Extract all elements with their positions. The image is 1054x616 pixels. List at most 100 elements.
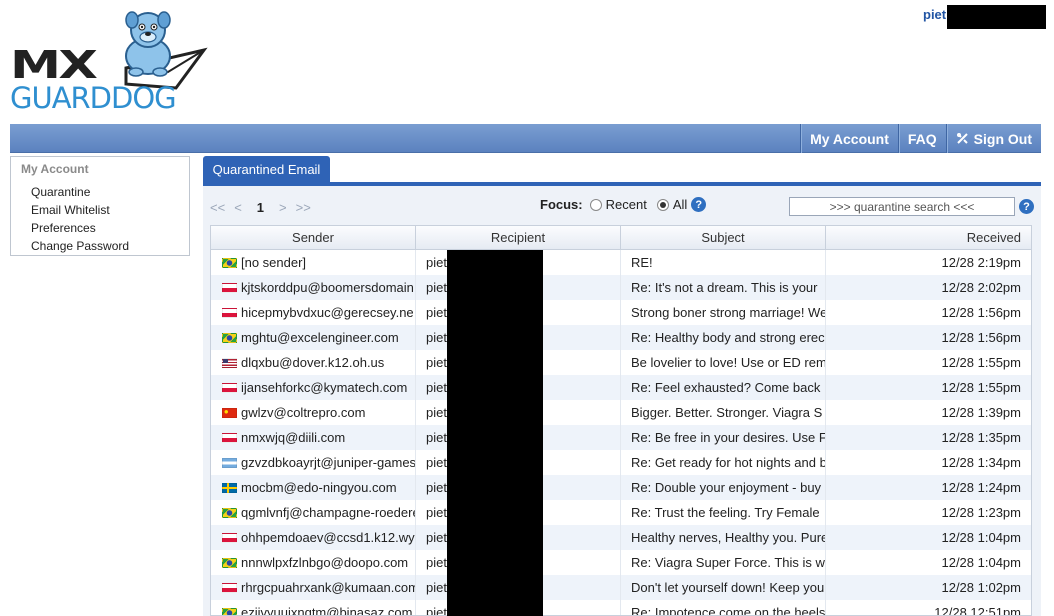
table-row[interactable]: kjtskorddpu@boomersdomain. piet Re: It's n…: [211, 275, 1031, 300]
country-flag-icon: [222, 432, 237, 443]
subject-cell: Re: Be free in your desires. Use F: [621, 425, 826, 450]
sender-cell: mghtu@excelengineer.com: [211, 325, 416, 350]
sender-cell: mocbm@edo-ningyou.com: [211, 475, 416, 500]
next-page-button[interactable]: >: [279, 200, 287, 215]
sign-out-link[interactable]: Sign Out: [945, 124, 1041, 153]
table-row[interactable]: nnnwlpxfzlnbgo@doopo.com piet Re: Viagra S…: [211, 550, 1031, 575]
subject-cell: Healthy nerves, Healthy you. Pure: [621, 525, 826, 550]
sender-text: kjtskorddpu@boomersdomain.: [241, 280, 416, 295]
sidebar-heading: My Account: [21, 162, 89, 176]
country-flag-icon: [222, 607, 237, 615]
subject-cell: Don't let yourself down! Keep you: [621, 575, 826, 600]
brand-logo: MX GUARDDOG: [8, 6, 208, 115]
column-subject[interactable]: Subject: [621, 226, 826, 249]
faq-label: FAQ: [907, 130, 937, 147]
subject-cell: Bigger. Better. Stronger. Viagra S: [621, 400, 826, 425]
sender-text: dlqxbu@dover.k12.oh.us: [241, 355, 385, 370]
user-name[interactable]: piet: [923, 7, 946, 22]
table-row[interactable]: ezijvyuujxnqtm@binasaz.com piet Re: Impote…: [211, 600, 1031, 616]
sender-text: gzvzdbkoayrjt@juniper-games: [241, 455, 416, 470]
table-row[interactable]: [no sender] piet RE! 12/28 2:19pm: [211, 250, 1031, 275]
table-row[interactable]: mghtu@excelengineer.com piet Re: Healthy b…: [211, 325, 1031, 350]
sender-cell: qgmlvnfj@champagne-roedere: [211, 500, 416, 525]
sender-text: qgmlvnfj@champagne-roedere: [241, 505, 416, 520]
column-received[interactable]: Received: [826, 226, 1031, 249]
quarantine-search-input[interactable]: [789, 197, 1015, 216]
subject-cell: Re: Viagra Super Force. This is w: [621, 550, 826, 575]
subject-cell: Re: Feel exhausted? Come back: [621, 375, 826, 400]
country-flag-icon: [222, 457, 237, 468]
received-cell: 12/28 1:56pm: [941, 305, 1021, 320]
table-row[interactable]: ohhpemdoaev@ccsd1.k12.wy piet Healthy nerv…: [211, 525, 1031, 550]
table-row[interactable]: rhrgcpuahrxank@kumaan.com piet Don't let y…: [211, 575, 1031, 600]
subject-cell: Be lovelier to love! Use or ED rem: [621, 350, 826, 375]
sign-out-icon: [956, 133, 968, 144]
sidebar-item-email-whitelist[interactable]: Email Whitelist: [31, 201, 129, 219]
quarantine-table: Sender Recipient Subject Received [no se…: [210, 225, 1032, 616]
sender-cell: nmxwjq@diili.com: [211, 425, 416, 450]
received-cell: 12/28 12:51pm: [934, 605, 1021, 616]
sender-text: ohhpemdoaev@ccsd1.k12.wy: [241, 530, 415, 545]
brand-logo-text-bottom: GUARDDOG: [10, 81, 177, 115]
country-flag-icon: [222, 382, 237, 393]
received-cell: 12/28 1:55pm: [941, 380, 1021, 395]
sidebar-item-preferences[interactable]: Preferences: [31, 219, 129, 237]
sender-text: [no sender]: [241, 255, 307, 270]
sender-cell: ezijvyuujxnqtm@binasaz.com: [211, 600, 416, 616]
prev-page-button[interactable]: <: [234, 200, 242, 215]
subject-cell: Re: It's not a dream. This is your: [621, 275, 826, 300]
focus-recent-radio[interactable]: [589, 198, 602, 211]
table-row[interactable]: gzvzdbkoayrjt@juniper-games piet Re: Get r…: [211, 450, 1031, 475]
column-sender[interactable]: Sender: [211, 226, 416, 249]
table-row[interactable]: hicepmybvdxuc@gerecsey.ne piet Strong bone…: [211, 300, 1031, 325]
faq-link[interactable]: FAQ: [897, 124, 946, 153]
focus-help-icon[interactable]: ?: [691, 197, 707, 212]
subject-cell: Re: Double your enjoyment - buy: [621, 475, 826, 500]
tab-quarantined-email[interactable]: Quarantined Email: [203, 156, 330, 183]
search-help-icon[interactable]: ?: [1019, 199, 1034, 214]
country-flag-icon: [222, 482, 237, 493]
last-page-button[interactable]: >>: [296, 200, 311, 215]
sender-text: ijansehforkc@kymatech.com: [241, 380, 408, 395]
subject-cell: Re: Get ready for hot nights and b: [621, 450, 826, 475]
sidebar-item-quarantine[interactable]: Quarantine: [31, 183, 129, 201]
received-cell: 12/28 1:23pm: [941, 505, 1021, 520]
top-nav: My Account FAQ Sign Out: [800, 124, 1041, 153]
received-cell: 12/28 1:56pm: [941, 330, 1021, 345]
received-cell: 12/28 1:04pm: [941, 555, 1021, 570]
country-flag-icon: [222, 282, 237, 293]
subject-cell: RE!: [621, 250, 826, 275]
focus-filter: Focus: Recent All ?: [540, 197, 707, 212]
received-cell: 12/28 1:04pm: [941, 530, 1021, 545]
country-flag-icon: [222, 582, 237, 593]
country-flag-icon: [222, 357, 237, 368]
sender-cell: [no sender]: [211, 250, 416, 275]
table-row[interactable]: qgmlvnfj@champagne-roedere piet Re: Trust …: [211, 500, 1031, 525]
table-row[interactable]: ijansehforkc@kymatech.com piet Re: Feel ex…: [211, 375, 1031, 400]
table-row[interactable]: mocbm@edo-ningyou.com piet Re: Double your…: [211, 475, 1031, 500]
my-account-link[interactable]: My Account: [800, 124, 898, 153]
sender-cell: rhrgcpuahrxank@kumaan.com: [211, 575, 416, 600]
sender-text: rhrgcpuahrxank@kumaan.com: [241, 580, 416, 595]
focus-recent-label: Recent: [605, 197, 647, 212]
received-cell: 12/28 1:35pm: [941, 430, 1021, 445]
sender-cell: ohhpemdoaev@ccsd1.k12.wy: [211, 525, 416, 550]
focus-all-label: All: [672, 197, 688, 212]
received-cell: 12/28 1:24pm: [941, 480, 1021, 495]
sender-text: ezijvyuujxnqtm@binasaz.com: [241, 605, 413, 616]
sender-text: mocbm@edo-ningyou.com: [241, 480, 397, 495]
focus-all-radio[interactable]: [656, 198, 669, 211]
redaction-block: [947, 5, 1046, 29]
table-row[interactable]: dlqxbu@dover.k12.oh.us piet Be lovelier to…: [211, 350, 1031, 375]
subject-cell: Re: Trust the feeling. Try Female: [621, 500, 826, 525]
first-page-button[interactable]: <<: [210, 200, 225, 215]
table-row[interactable]: nmxwjq@diili.com piet Re: Be free in your …: [211, 425, 1031, 450]
sidebar-menu: Quarantine Email Whitelist Preferences C…: [31, 183, 129, 255]
sidebar-item-change-password[interactable]: Change Password: [31, 237, 129, 255]
column-recipient[interactable]: Recipient: [416, 226, 621, 249]
country-flag-icon: [222, 307, 237, 318]
sender-cell: kjtskorddpu@boomersdomain.: [211, 275, 416, 300]
brand-logo-text-top: MX: [10, 43, 98, 87]
sender-text: gwlzv@coltrepro.com: [241, 405, 366, 420]
table-row[interactable]: gwlzv@coltrepro.com piet Bigger. Better. S…: [211, 400, 1031, 425]
